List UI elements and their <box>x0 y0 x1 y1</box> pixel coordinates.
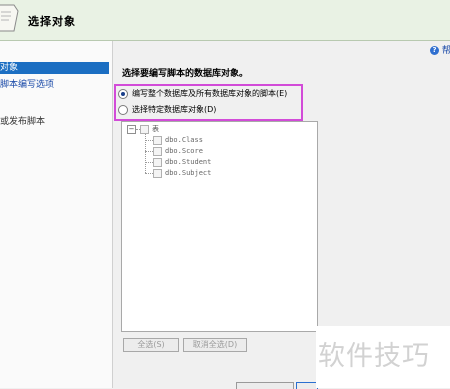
nav-item-label: 或发布脚本 <box>0 117 46 127</box>
section-title: 选择要编写脚本的数据库对象。 <box>122 69 249 79</box>
nav-item-choose-objects[interactable]: 对象 <box>0 62 109 74</box>
watermark-text: 软件技巧 <box>318 341 430 372</box>
nav-item-save-or-publish[interactable]: 或发布脚本 <box>0 116 45 128</box>
help-icon: ? <box>430 46 439 55</box>
nav-item-label: 对象 <box>0 63 19 73</box>
radio-button[interactable] <box>118 88 128 99</box>
script-wizard-icon <box>0 4 19 32</box>
collapse-icon[interactable]: − <box>127 125 136 134</box>
tree-node-dbo-class[interactable]: dbo.Class <box>165 136 203 144</box>
tree-node-dbo-student[interactable]: dbo.Student <box>165 158 211 166</box>
checkbox-tables[interactable] <box>140 125 149 134</box>
help-label: 帮 <box>441 46 450 56</box>
page-title: 选择对象 <box>28 15 76 28</box>
wizard-header: 选择对象 <box>0 0 450 41</box>
object-tree <box>121 121 318 332</box>
checkbox-dbo-subject[interactable] <box>153 169 162 178</box>
nav-item-label: 脚本编写选项 <box>0 80 55 90</box>
wizard-steps-pane <box>0 41 113 388</box>
deselect-all-button[interactable]: 取消全选(D) <box>183 338 247 352</box>
tree-node-dbo-subject[interactable]: dbo.Subject <box>165 169 211 177</box>
select-all-button[interactable]: 全选(S) <box>123 338 179 352</box>
radio-select-specific-objects[interactable]: 选择特定数据库对象(D) <box>118 104 216 116</box>
radio-button[interactable] <box>118 104 128 115</box>
help-link[interactable]: ? 帮 <box>430 43 450 56</box>
tree-node-tables[interactable]: 表 <box>152 124 159 134</box>
radio-label: 编写整个数据库及所有数据库对象的脚本(E) <box>132 89 288 98</box>
checkbox-dbo-class[interactable] <box>153 136 162 145</box>
radio-label: 选择特定数据库对象(D) <box>132 105 217 114</box>
radio-script-entire-database[interactable]: 编写整个数据库及所有数据库对象的脚本(E) <box>118 88 287 100</box>
checkbox-dbo-student[interactable] <box>153 158 162 167</box>
checkbox-dbo-score[interactable] <box>153 147 162 156</box>
nav-item-scripting-options[interactable]: 脚本编写选项 <box>0 79 54 91</box>
tree-node-dbo-score[interactable]: dbo.Score <box>165 147 203 155</box>
